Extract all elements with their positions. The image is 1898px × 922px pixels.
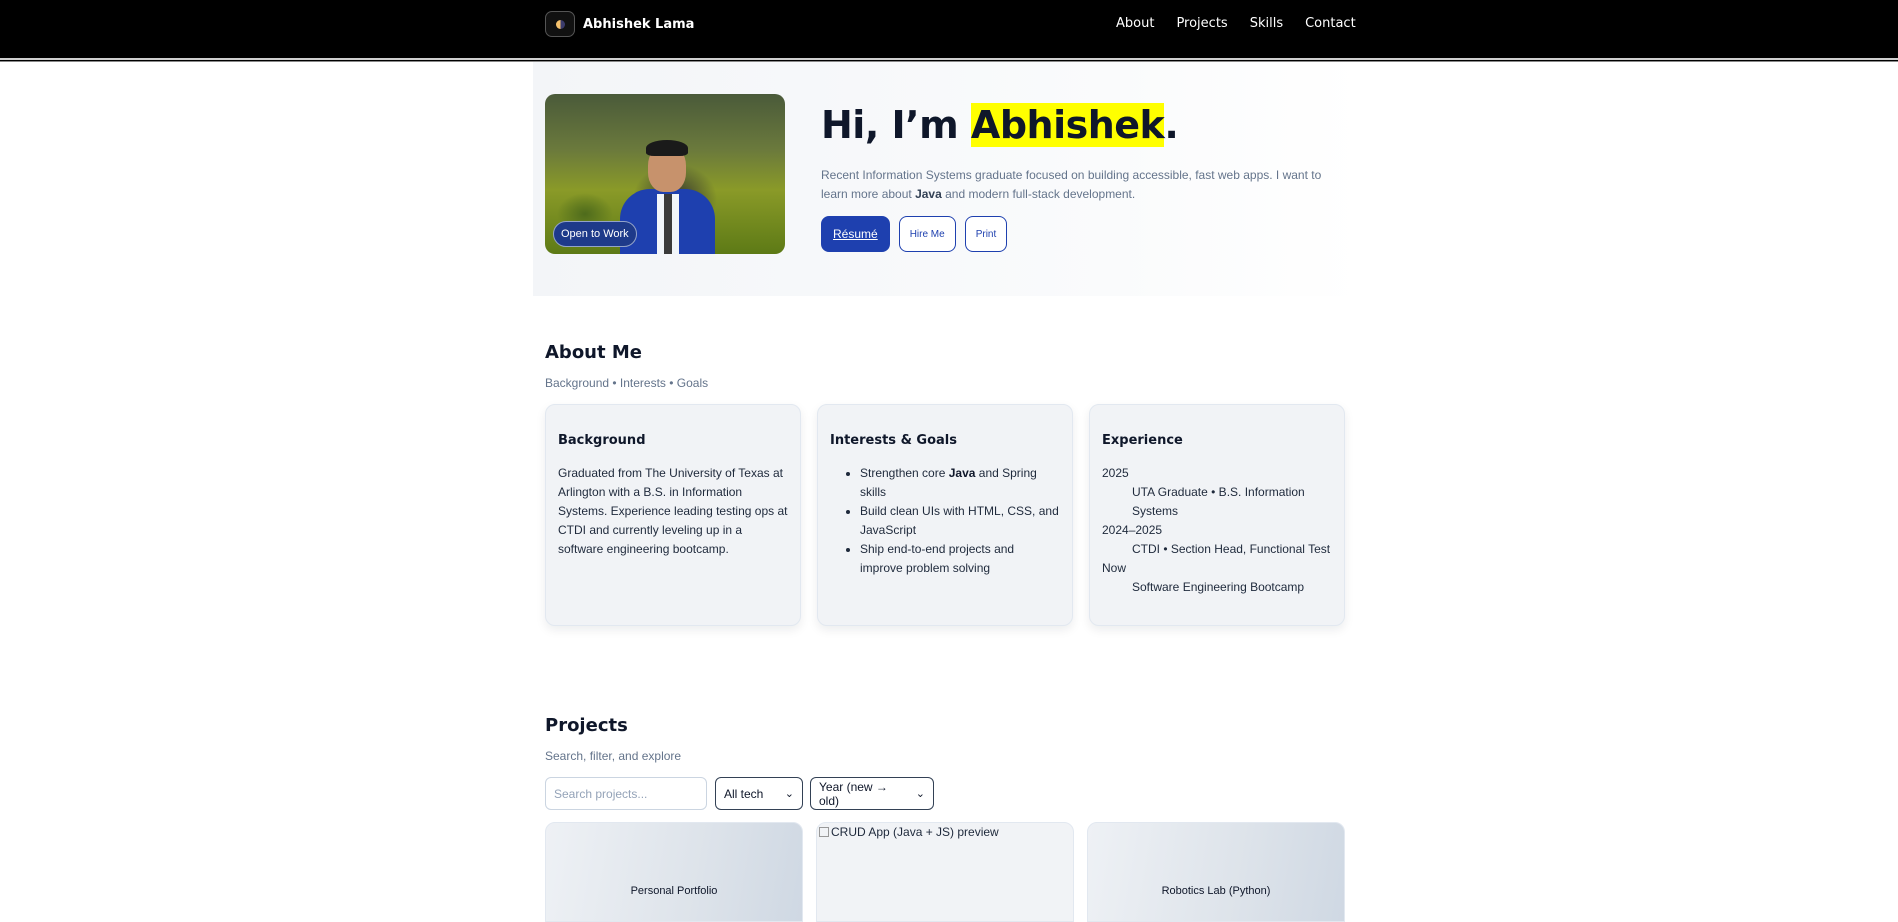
chevron-down-icon: ⌄ [784,788,794,800]
background-text: Graduated from The University of Texas a… [558,466,788,556]
top-navbar: Abhishek Lama About Projects Skills Cont… [0,0,1898,62]
list-item: Ship end-to-end projects and improve pro… [860,540,1060,578]
about-title: About Me [545,342,642,363]
projects-title: Projects [545,715,628,736]
project-card[interactable]: Personal Portfolio [545,822,803,922]
background-card: Background Graduated from The University… [545,404,801,626]
experience-year: 2024–2025 [1102,523,1163,537]
chevron-down-icon: ⌄ [915,788,925,800]
projects-subtitle: Search, filter, and explore [545,749,682,763]
print-button[interactable]: Print [964,216,1008,252]
list-item: Build clean UIs with HTML, CSS, and Java… [860,502,1060,540]
card-title: Background [558,433,646,448]
broken-image-icon [819,827,829,837]
nav-projects[interactable]: Projects [1176,16,1227,31]
brand-name[interactable]: Abhishek Lama [583,17,694,32]
hero-title: Hi, I’m Abhishek. [821,103,1179,147]
nav-about[interactable]: About [1116,16,1154,31]
about-subtitle: Background • Interests • Goals [545,376,709,390]
resume-button[interactable]: Résumé [821,216,890,252]
theme-toggle-icon[interactable] [545,11,575,37]
experience-year: Now [1102,561,1127,575]
nav-contact[interactable]: Contact [1305,16,1356,31]
interests-card: Interests & Goals Strengthen core Java a… [817,404,1073,626]
nav-skills[interactable]: Skills [1250,16,1283,31]
card-title: Interests & Goals [830,433,957,448]
experience-card: Experience 2025 UTA Graduate • B.S. Info… [1089,404,1345,626]
tech-filter-value: All tech [724,786,764,801]
experience-year: 2025 [1102,466,1129,480]
sort-value: Year (new → old) [819,779,888,808]
project-card[interactable]: CRUD App (Java + JS) preview [816,822,1074,922]
project-title: Personal Portfolio [630,885,718,897]
sort-select[interactable]: Year (new → old) ⌄ [810,777,934,810]
experience-item: Software Engineering Bootcamp [1132,580,1305,594]
experience-item: CTDI • Section Head, Functional Test [1132,542,1331,556]
project-search-input[interactable] [545,777,707,810]
tech-filter-select[interactable]: All tech ⌄ [715,777,803,810]
project-title: Robotics Lab (Python) [1161,885,1271,897]
interests-list: Strengthen core Java and Spring skills B… [830,464,1060,578]
project-image-alt: CRUD App (Java + JS) preview [819,825,999,839]
card-title: Experience [1102,433,1183,448]
header-divider [0,58,1898,60]
brand[interactable]: Abhishek Lama [545,11,694,37]
project-card[interactable]: Robotics Lab (Python) [1087,822,1345,922]
list-item: Strengthen core Java and Spring skills [860,464,1060,502]
hero-description: Recent Information Systems graduate focu… [821,168,1322,201]
hero-actions: Résumé Hire Me Print [821,216,1008,252]
hire-me-button[interactable]: Hire Me [898,216,956,252]
open-to-work-badge: Open to Work [553,221,637,247]
main-nav: About Projects Skills Contact [1116,16,1378,31]
name-highlight: Abhishek [970,103,1165,147]
experience-item: UTA Graduate • B.S. Information Systems [1132,485,1305,518]
